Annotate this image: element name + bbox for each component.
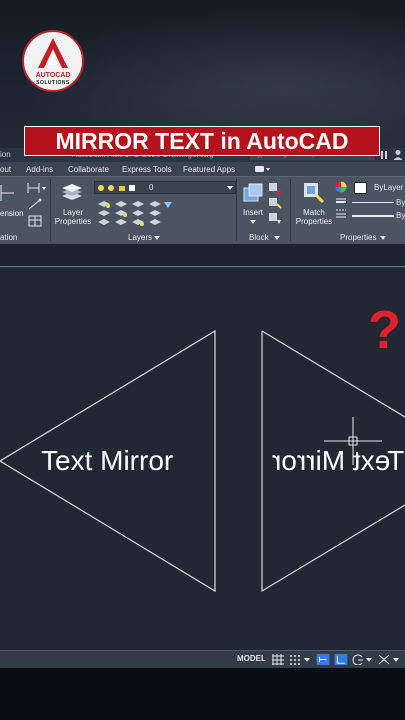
dimension-label: ension (0, 209, 24, 218)
isodraft-icon[interactable] (378, 654, 390, 665)
table-icon[interactable] (28, 215, 42, 227)
layer-properties-line2[interactable]: Properties (52, 217, 94, 226)
match-properties-line2[interactable]: Properties (294, 217, 334, 226)
text-mirror-mirrored[interactable]: Text Mirror (272, 445, 404, 477)
status-bar: MODEL (0, 650, 405, 669)
grid-icon[interactable] (272, 654, 284, 665)
question-mark: ? (368, 300, 401, 360)
linetype-preview (352, 202, 394, 203)
chevron-down-icon[interactable] (274, 236, 280, 240)
chevron-down-icon (227, 186, 233, 190)
annotation-group-label[interactable]: ation (0, 233, 17, 242)
layer-tools-icons[interactable] (96, 198, 176, 230)
bylayer-linetype[interactable]: By (396, 198, 405, 207)
user-icon[interactable] (393, 149, 403, 161)
layer-state-icons (98, 185, 135, 191)
bylayer-color[interactable]: ByLayer (374, 183, 403, 192)
chevron-down-icon[interactable] (154, 236, 160, 240)
ribbon-tab-bar: out Add-ins Collaborate Express Tools Fe… (0, 162, 405, 176)
chevron-down-icon[interactable] (250, 220, 256, 224)
model-tab[interactable]: MODEL (237, 654, 266, 663)
ribbon-panel: ension ation Layer Properties 0 Layers I… (0, 176, 405, 245)
match-properties-icon[interactable] (303, 182, 325, 204)
autocad-solutions-logo: AUTOCAD SOLUTIONS (22, 30, 84, 92)
ortho-mode-icon[interactable] (334, 654, 348, 665)
text-mirror-original[interactable]: Text Mirror (41, 445, 173, 477)
tab-collaborate[interactable]: Collaborate (68, 165, 109, 174)
color-swatch[interactable] (354, 182, 367, 194)
drawing-canvas[interactable]: Text Mirror Text Mirror ? (0, 266, 405, 650)
titlebar-left-fragment: ion (0, 150, 11, 159)
lineweight-preview (352, 215, 394, 217)
chevron-down-icon[interactable] (380, 236, 386, 240)
tab-options-icon[interactable] (255, 165, 271, 173)
video-title-banner: MIRROR TEXT in AutoCAD (24, 126, 380, 156)
insert-block-icon[interactable] (242, 183, 264, 203)
video-bottom-bar (0, 668, 405, 720)
snap-icon[interactable] (289, 654, 301, 665)
tab-express-tools[interactable]: Express Tools (122, 165, 172, 174)
chevron-down-icon[interactable] (304, 654, 310, 665)
match-properties-line1[interactable]: Match (300, 208, 328, 217)
dimension-icon[interactable] (0, 183, 16, 203)
properties-group-label[interactable]: Properties (340, 233, 376, 242)
tab-add-ins[interactable]: Add-ins (26, 165, 53, 174)
layer-properties-icon[interactable] (60, 182, 84, 204)
layers-group-label[interactable]: Layers (128, 233, 152, 242)
insert-label[interactable]: Insert (240, 208, 266, 217)
layer-properties-line1[interactable]: Layer (55, 208, 91, 217)
color-wheel-icon[interactable] (335, 181, 347, 193)
leader-icon[interactable] (28, 198, 42, 210)
tab-output[interactable]: out (0, 165, 11, 174)
block-tools-icons[interactable] (268, 182, 282, 226)
binoculars-icon[interactable] (380, 150, 388, 160)
layer-dropdown[interactable]: 0 (94, 181, 236, 194)
block-group-label[interactable]: Block (249, 233, 269, 242)
layer-value: 0 (149, 183, 154, 192)
bylayer-lineweight[interactable]: By (396, 211, 405, 220)
infer-constraints-icon[interactable] (316, 654, 330, 665)
logo-line2: SOLUTIONS (36, 80, 70, 86)
logo-line1: AUTOCAD (35, 72, 71, 79)
chevron-down-icon[interactable] (393, 654, 399, 665)
lineweight-linetype-icons[interactable] (335, 196, 347, 220)
polar-tracking-icon[interactable] (352, 654, 364, 665)
linear-dimension-icon[interactable] (26, 182, 46, 194)
tab-featured-apps[interactable]: Featured Apps (183, 165, 235, 174)
chevron-down-icon[interactable] (366, 654, 372, 665)
drawing-tab-area (0, 244, 405, 266)
